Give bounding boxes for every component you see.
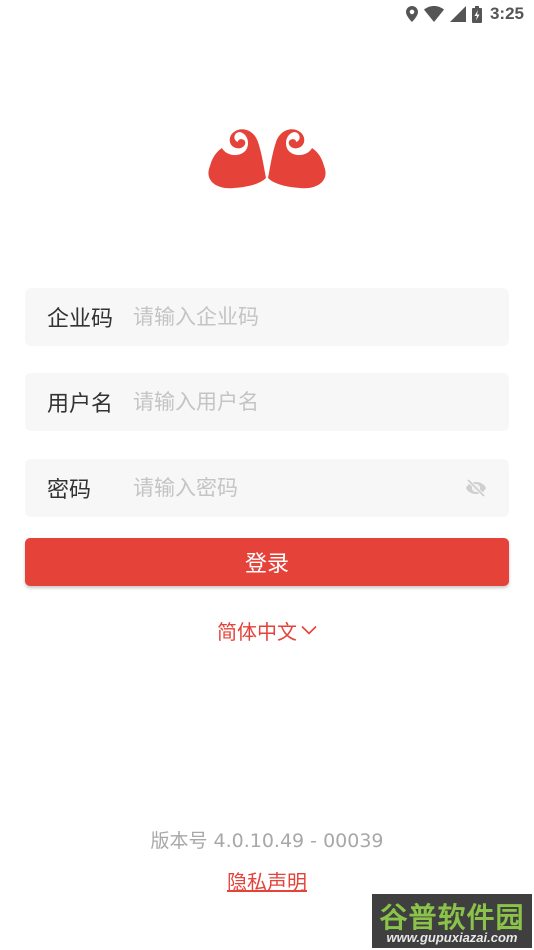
password-field: 密码 bbox=[25, 459, 509, 517]
language-selector[interactable]: 简体中文 bbox=[0, 616, 534, 644]
location-icon bbox=[405, 6, 418, 22]
login-button[interactable]: 登录 bbox=[25, 538, 509, 586]
privacy-statement: 隐私声明 bbox=[0, 866, 534, 895]
battery-charging-icon bbox=[471, 5, 482, 23]
company-code-label: 企业码 bbox=[47, 307, 114, 332]
chevron-down-icon bbox=[301, 625, 317, 635]
eye-off-icon bbox=[466, 479, 486, 497]
company-code-field: 企业码 bbox=[25, 288, 509, 346]
status-time: 3:25 bbox=[489, 4, 524, 23]
username-input[interactable] bbox=[133, 373, 463, 431]
company-code-input[interactable] bbox=[133, 288, 463, 346]
watermark-url: www.gupuxiazai.com bbox=[386, 930, 518, 945]
cell-signal-icon bbox=[449, 6, 466, 22]
wifi-icon bbox=[423, 6, 444, 22]
status-bar: 3:25 bbox=[0, 0, 534, 28]
auspicious-cloud-logo bbox=[208, 129, 326, 189]
watermark: 谷普软件园 www.gupuxiazai.com bbox=[372, 894, 532, 948]
username-label: 用户名 bbox=[47, 392, 114, 417]
version-text: 版本号 4.0.10.49 - 00039 bbox=[150, 830, 384, 852]
password-input[interactable] bbox=[133, 459, 463, 517]
privacy-statement-link[interactable]: 隐私声明 bbox=[227, 870, 307, 894]
password-visibility-toggle[interactable] bbox=[463, 475, 489, 501]
username-field: 用户名 bbox=[25, 373, 509, 431]
password-label: 密码 bbox=[47, 478, 92, 503]
language-selected-label: 简体中文 bbox=[217, 619, 297, 644]
